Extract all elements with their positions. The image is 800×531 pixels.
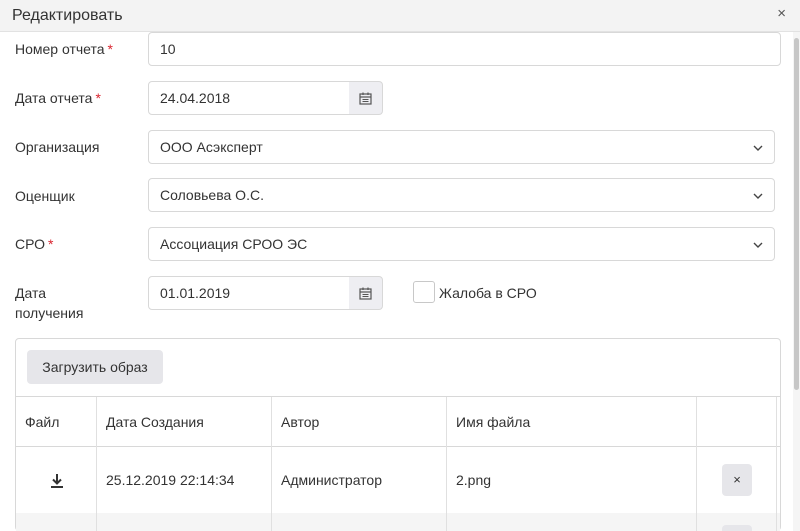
report-date-label-text: Дата отчета bbox=[15, 90, 93, 106]
report-number-label: Номер отчета * bbox=[15, 39, 113, 59]
sro-value: Ассоциация СРОО ЭС bbox=[160, 236, 308, 252]
column-header-file[interactable]: Файл bbox=[16, 397, 97, 447]
created-cell: 25.12.2019 22:14:34 bbox=[97, 447, 272, 513]
sro-select[interactable]: Ассоциация СРОО ЭС bbox=[148, 227, 775, 261]
report-number-label-text: Номер отчета bbox=[15, 41, 105, 57]
organization-label: Организация bbox=[15, 139, 100, 155]
sro-label-text: СРО bbox=[15, 236, 46, 252]
dialog-titlebar: Редактировать × bbox=[0, 0, 800, 32]
chevron-down-icon bbox=[753, 193, 763, 199]
scrollbar-thumb[interactable] bbox=[794, 38, 799, 390]
calendar-icon bbox=[359, 92, 372, 105]
received-date-label-line1: Дата bbox=[15, 285, 47, 301]
dialog-title: Редактировать bbox=[12, 7, 123, 24]
author-cell: Администратор bbox=[272, 447, 447, 513]
organization-select[interactable]: ООО Асэксперт bbox=[148, 130, 775, 164]
received-date-calendar-button[interactable] bbox=[349, 276, 383, 310]
upload-image-button[interactable]: Загрузить образ bbox=[27, 350, 163, 384]
column-header-created[interactable]: Дата Создания bbox=[97, 397, 272, 447]
delete-file-button[interactable]: × bbox=[722, 464, 752, 496]
calendar-icon bbox=[359, 287, 372, 300]
appraiser-label: Оценщик bbox=[15, 188, 75, 204]
complaint-checkbox[interactable] bbox=[413, 281, 435, 303]
created-cell bbox=[97, 513, 272, 531]
table-row bbox=[16, 513, 780, 531]
sro-label: СРО * bbox=[15, 234, 53, 254]
organization-value: ООО Асэксперт bbox=[160, 139, 263, 155]
filename-cell bbox=[447, 513, 697, 531]
filename-cell: 2.png bbox=[447, 447, 697, 513]
report-date-label: Дата отчета * bbox=[15, 88, 101, 108]
delete-file-button[interactable] bbox=[722, 525, 752, 531]
file-cell bbox=[16, 513, 97, 531]
close-icon[interactable]: × bbox=[777, 6, 786, 22]
complaint-label[interactable]: Жалоба в СРО bbox=[439, 283, 537, 303]
column-header-actions bbox=[697, 397, 777, 447]
files-table: Файл Дата Создания Автор Имя файла 25.12… bbox=[16, 396, 780, 531]
appraiser-select[interactable]: Соловьева О.С. bbox=[148, 178, 775, 212]
received-date-input[interactable]: 01.01.2019 bbox=[148, 276, 350, 310]
report-date-input[interactable]: 24.04.2018 bbox=[148, 81, 350, 115]
download-icon[interactable] bbox=[50, 473, 64, 489]
received-date-label-line2: получения bbox=[15, 305, 84, 321]
edit-dialog: Редактировать × Номер отчета * 10 Дата от… bbox=[0, 0, 800, 531]
report-number-input[interactable]: 10 bbox=[148, 32, 781, 66]
table-header: Файл Дата Создания Автор Имя файла bbox=[16, 396, 780, 447]
required-mark: * bbox=[48, 236, 54, 252]
required-mark: * bbox=[107, 41, 113, 57]
appraiser-value: Соловьева О.С. bbox=[160, 187, 264, 203]
file-cell bbox=[16, 447, 97, 513]
report-date-calendar-button[interactable] bbox=[349, 81, 383, 115]
column-header-author[interactable]: Автор bbox=[272, 397, 447, 447]
chevron-down-icon bbox=[753, 242, 763, 248]
table-row: 25.12.2019 22:14:34 Администратор 2.png … bbox=[16, 447, 780, 513]
author-cell bbox=[272, 513, 447, 531]
required-mark: * bbox=[95, 90, 101, 106]
column-header-filename[interactable]: Имя файла bbox=[447, 397, 697, 447]
chevron-down-icon bbox=[753, 145, 763, 151]
